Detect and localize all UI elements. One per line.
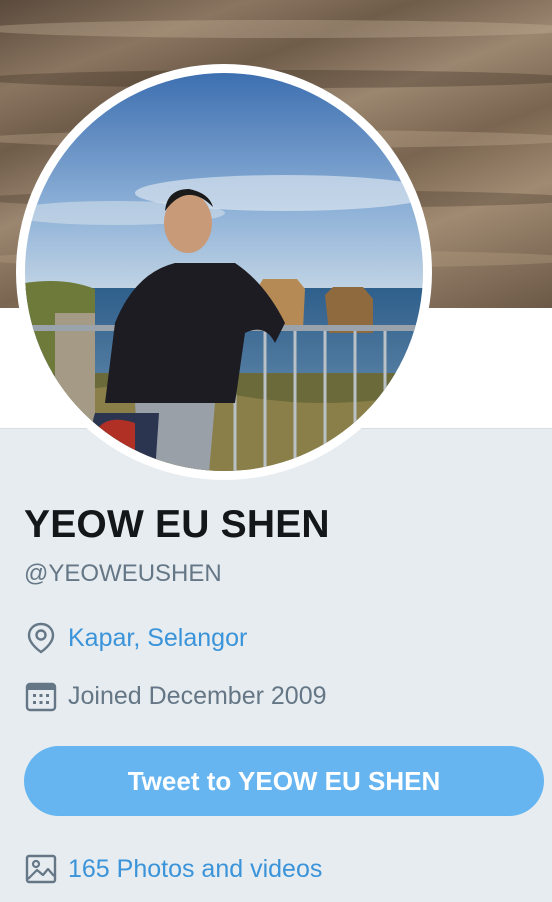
photos-and-videos-link[interactable]: 165 Photos and videos	[24, 852, 322, 886]
photos-link-label[interactable]: 165 Photos and videos	[68, 855, 322, 884]
avatar-photo	[25, 73, 423, 471]
avatar[interactable]	[16, 64, 432, 480]
location-pin-icon	[24, 621, 58, 655]
profile-joined-date: Joined December 2009	[24, 679, 327, 713]
image-icon	[24, 852, 58, 886]
profile-handle: @YEOWEUSHEN	[24, 560, 222, 587]
tweet-to-button[interactable]: Tweet to YEOW EU SHEN	[24, 746, 544, 816]
location-link[interactable]: Kapar, Selangor	[68, 624, 247, 653]
banner-rock-layer	[0, 20, 552, 38]
profile-location[interactable]: Kapar, Selangor	[24, 621, 247, 655]
profile-name: YEOW EU SHEN	[24, 503, 330, 546]
joined-text: Joined December 2009	[68, 681, 327, 710]
calendar-icon	[24, 679, 58, 713]
